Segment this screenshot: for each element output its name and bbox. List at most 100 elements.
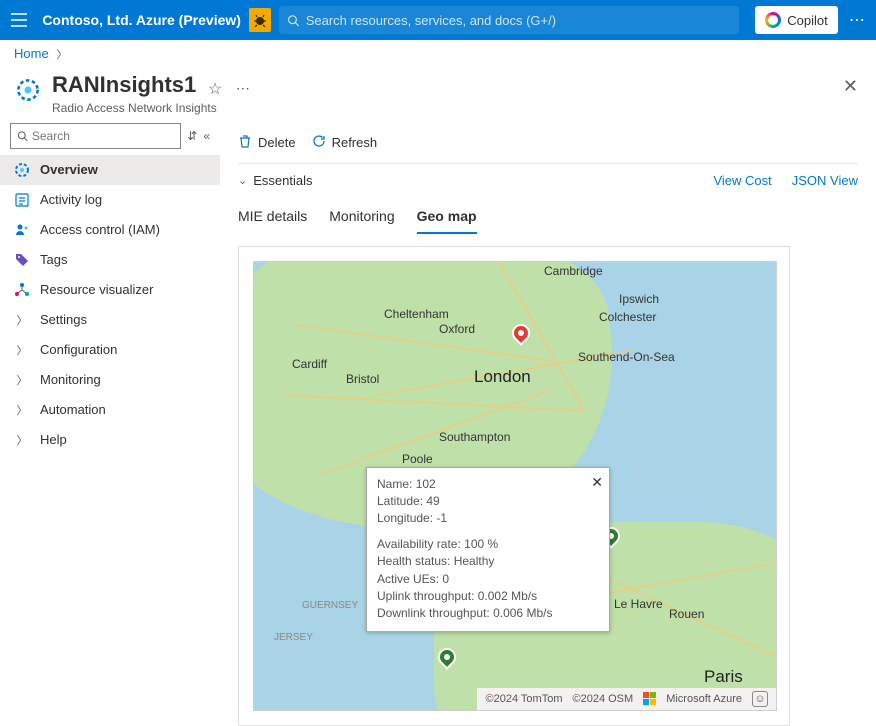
city-cardiff: Cardiff bbox=[292, 357, 327, 371]
page-subtitle: Radio Access Network Insights bbox=[52, 101, 250, 115]
popup-name-key: Name bbox=[377, 477, 416, 491]
popup-ues-val: 0 bbox=[442, 572, 449, 586]
copilot-icon bbox=[765, 12, 781, 28]
sidebar-item-label: Resource visualizer bbox=[40, 282, 153, 297]
sidebar-item-label: Access control (IAM) bbox=[40, 222, 160, 237]
chevron-right-icon: 〉 bbox=[14, 432, 30, 448]
copilot-label: Copilot bbox=[787, 13, 827, 28]
sidebar-item-label: Overview bbox=[40, 162, 98, 177]
sidebar-item-overview[interactable]: Overview bbox=[0, 155, 220, 185]
sidebar-item-automation[interactable]: 〉 Automation bbox=[0, 395, 220, 425]
view-cost-link[interactable]: View Cost bbox=[713, 173, 771, 188]
preview-bug-icon[interactable] bbox=[249, 8, 271, 32]
close-blade-button[interactable]: ✕ bbox=[839, 72, 862, 101]
copilot-button[interactable]: Copilot bbox=[755, 6, 837, 34]
tab-monitoring[interactable]: Monitoring bbox=[329, 202, 394, 234]
topbar-more[interactable]: ⋯ bbox=[846, 10, 868, 30]
refresh-button[interactable]: Refresh bbox=[312, 134, 378, 151]
popup-name-val: 102 bbox=[416, 477, 436, 491]
chevron-right-icon: 〉 bbox=[14, 402, 30, 418]
popup-down-key: Downlink throughput bbox=[377, 606, 493, 620]
sidebar-item-label: Settings bbox=[40, 312, 87, 327]
city-london: London bbox=[474, 367, 531, 387]
breadcrumb: Home 〉 bbox=[0, 40, 876, 68]
chevron-right-icon: 〉 bbox=[14, 342, 30, 358]
popup-avail-key: Availability rate bbox=[377, 537, 464, 551]
city-southend: Southend-On-Sea bbox=[578, 350, 675, 364]
popup-ues-key: Active UEs bbox=[377, 572, 442, 586]
popup-up-key: Uplink throughput bbox=[377, 589, 478, 603]
json-view-link[interactable]: JSON View bbox=[792, 173, 858, 188]
tab-geo-map[interactable]: Geo map bbox=[417, 202, 477, 234]
map-popup: ✕ Name102 Latitude49 Longitude-1 Availab… bbox=[366, 467, 610, 632]
sidebar-item-settings[interactable]: 〉 Settings bbox=[0, 305, 220, 335]
essentials-label: Essentials bbox=[253, 173, 312, 188]
geo-map-panel: London Paris Cambridge Ipswich Colcheste… bbox=[238, 246, 790, 726]
overview-icon bbox=[14, 162, 30, 178]
city-cambridge: Cambridge bbox=[544, 264, 603, 278]
page-title: RANInsights1 bbox=[52, 72, 196, 97]
trash-icon bbox=[238, 134, 252, 151]
chevron-right-icon: 〉 bbox=[14, 312, 30, 328]
city-guernsey: GUERNSEY bbox=[302, 600, 358, 611]
sidebar-item-label: Automation bbox=[40, 402, 106, 417]
delete-button[interactable]: Delete bbox=[238, 134, 296, 151]
sidebar-item-iam[interactable]: Access control (IAM) bbox=[0, 215, 220, 245]
city-southampton: Southampton bbox=[439, 430, 510, 444]
city-jersey: JERSEY bbox=[274, 632, 313, 643]
city-cheltenham: Cheltenham bbox=[384, 307, 449, 321]
sidebar-item-help[interactable]: 〉 Help bbox=[0, 425, 220, 455]
resource-visualizer-icon bbox=[14, 282, 30, 298]
attr-tomtom: ©2024 TomTom bbox=[485, 693, 562, 705]
sidebar-item-label: Activity log bbox=[40, 192, 102, 207]
sidebar-item-label: Monitoring bbox=[40, 372, 101, 387]
chevron-right-icon: 〉 bbox=[56, 49, 67, 61]
essentials-caret-icon[interactable]: ⌄ bbox=[238, 174, 247, 187]
popup-down-val: 0.006 Mb/s bbox=[493, 606, 552, 620]
sidebar-item-monitoring[interactable]: 〉 Monitoring bbox=[0, 365, 220, 395]
sidebar-item-tags[interactable]: Tags bbox=[0, 245, 220, 275]
favorite-star-icon[interactable]: ☆ bbox=[208, 79, 222, 99]
breadcrumb-home[interactable]: Home bbox=[14, 46, 49, 61]
popup-lat-key: Latitude bbox=[377, 494, 426, 508]
tags-icon bbox=[14, 252, 30, 268]
sidebar-item-label: Tags bbox=[40, 252, 67, 267]
sidebar-item-configuration[interactable]: 〉 Configuration bbox=[0, 335, 220, 365]
search-icon bbox=[287, 14, 299, 27]
hamburger-menu[interactable] bbox=[8, 8, 30, 32]
delete-label: Delete bbox=[258, 135, 296, 150]
city-lehavre: Le Havre bbox=[614, 597, 663, 611]
map-attribution: ©2024 TomTom ©2024 OSM Microsoft Azure ☺ bbox=[477, 688, 776, 710]
iam-icon bbox=[14, 222, 30, 238]
city-poole: Poole bbox=[402, 452, 433, 466]
sidebar-search-input[interactable] bbox=[32, 129, 174, 143]
city-paris: Paris bbox=[704, 667, 743, 687]
popup-close-button[interactable]: ✕ bbox=[591, 472, 603, 492]
popup-lat-val: 49 bbox=[426, 494, 439, 508]
search-icon bbox=[17, 130, 28, 142]
popup-up-val: 0.002 Mb/s bbox=[478, 589, 537, 603]
sidebar-search[interactable] bbox=[10, 123, 181, 149]
sidebar-item-resource-visualizer[interactable]: Resource visualizer bbox=[0, 275, 220, 305]
microsoft-logo-icon bbox=[643, 692, 656, 705]
popup-lon-key: Longitude bbox=[377, 511, 436, 525]
city-colchester: Colchester bbox=[599, 310, 656, 324]
sidebar-item-label: Help bbox=[40, 432, 67, 447]
popup-health-key: Health status bbox=[377, 554, 454, 568]
collapse-sidebar-icon[interactable]: « bbox=[203, 129, 210, 143]
city-rouen: Rouen bbox=[669, 607, 704, 621]
popup-lon-val: -1 bbox=[436, 511, 447, 525]
tab-mie-details[interactable]: MIE details bbox=[238, 202, 307, 234]
chevron-right-icon: 〉 bbox=[14, 372, 30, 388]
geo-map[interactable]: London Paris Cambridge Ipswich Colcheste… bbox=[253, 261, 777, 711]
city-ipswich: Ipswich bbox=[619, 292, 659, 306]
feedback-button[interactable]: ☺ bbox=[752, 691, 768, 707]
city-oxford: Oxford bbox=[439, 322, 475, 336]
refresh-label: Refresh bbox=[332, 135, 378, 150]
attr-azure: Microsoft Azure bbox=[666, 693, 742, 705]
sidebar-item-activity-log[interactable]: Activity log bbox=[0, 185, 220, 215]
header-more[interactable]: ⋯ bbox=[236, 80, 250, 97]
global-search-input[interactable] bbox=[306, 13, 732, 28]
expand-collapse-icon[interactable]: ⇵ bbox=[187, 129, 197, 143]
global-search[interactable] bbox=[279, 6, 739, 34]
